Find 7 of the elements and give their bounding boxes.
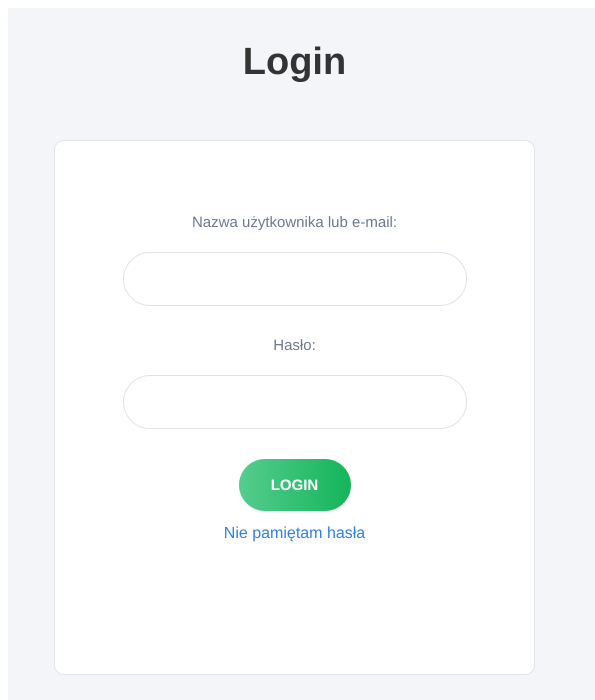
field-label: Hasło: (273, 336, 316, 356)
field-label: Nazwa użytkownika lub e-mail: (192, 213, 398, 233)
input-field[interactable] (122, 375, 466, 429)
forgot-password-link[interactable]: Nie pamiętam hasła (224, 525, 366, 543)
input-field[interactable] (122, 252, 466, 306)
page-title: Login (242, 40, 346, 84)
login-button[interactable]: LOGIN (238, 459, 350, 511)
